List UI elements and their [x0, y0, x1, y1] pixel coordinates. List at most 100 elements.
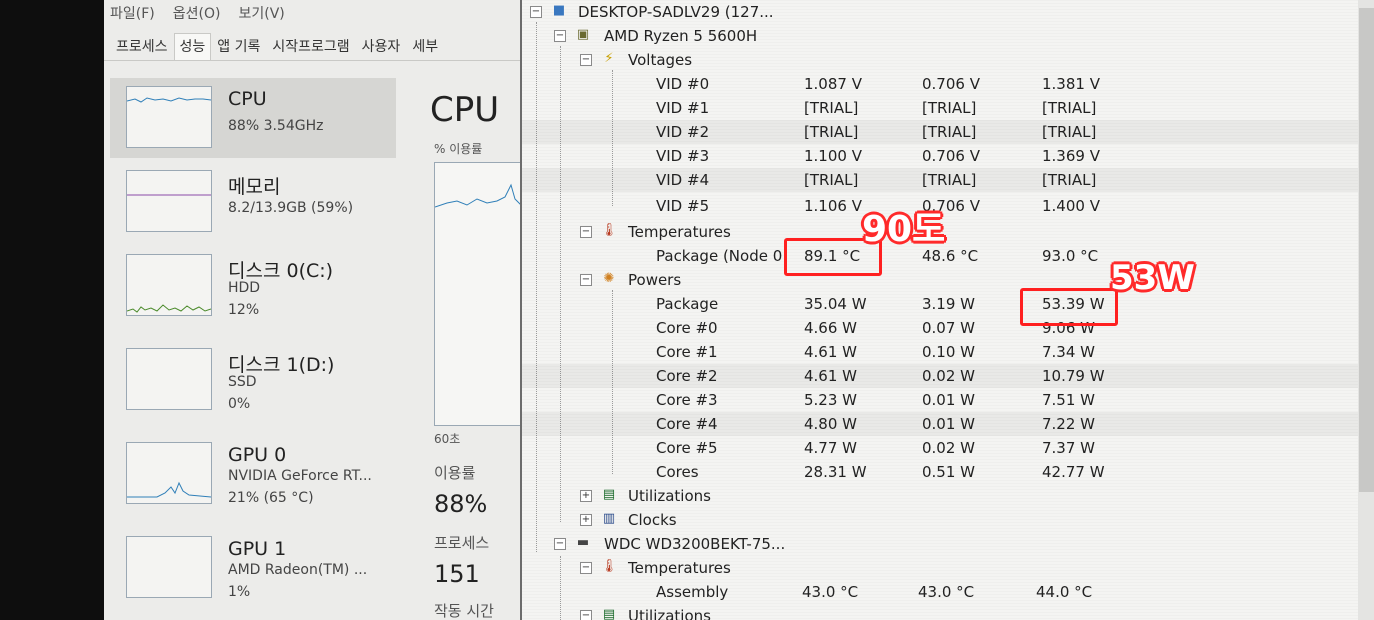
sensor-min: 0.10 W [922, 343, 975, 361]
sidebar-item-percent: 21% (65 °C) [228, 490, 314, 506]
sensor-name: Core #0 [656, 319, 718, 337]
sidebar-item-percent: 0% [228, 396, 251, 412]
sensor-row[interactable]: Core #1 4.61 W 0.10 W 7.34 W [522, 340, 1358, 364]
sensor-value: [TRIAL] [804, 99, 859, 117]
tab-processes[interactable]: 프로세스 [110, 33, 174, 60]
menu-file[interactable]: 파일(F) [110, 3, 155, 23]
tab-details[interactable]: 세부 [406, 33, 444, 60]
sensor-value: 4.61 W [804, 343, 857, 361]
sensor-min: 0.02 W [922, 439, 975, 457]
sensor-row[interactable]: Core #5 4.77 W 0.02 W 7.37 W [522, 436, 1358, 460]
sensor-min: 0.02 W [922, 367, 975, 385]
sensor-name: Package (Node 0 [656, 247, 783, 265]
sensor-row[interactable]: Core #0 4.66 W 0.07 W 9.06 W [522, 316, 1358, 340]
tree-row-cpu[interactable]: − ▣ AMD Ryzen 5 5600H [522, 24, 1358, 48]
tab-startup[interactable]: 시작프로그램 [266, 33, 355, 60]
sensor-min: 43.0 °C [918, 583, 975, 601]
tree-row-computer[interactable]: − ■ DESKTOP-SADLV29 (127... [522, 0, 1358, 24]
gpu0-sparkline [126, 442, 212, 504]
sidebar-item-gpu-1[interactable]: GPU 1 AMD Radeon(TM) ... 1% [110, 528, 396, 608]
utilization-chart-icon: ▤ [602, 607, 616, 620]
sensor-row[interactable]: Assembly 43.0 °C 43.0 °C 44.0 °C [522, 580, 1358, 604]
sensor-name: Package [656, 295, 719, 313]
sensor-value: 35.04 W [804, 295, 867, 313]
tab-users[interactable]: 사용자 [356, 33, 407, 60]
collapse-toggle[interactable]: − [580, 226, 592, 238]
sensor-row[interactable]: Package 35.04 W 3.19 W 53.39 W [522, 292, 1358, 316]
cpu-name: AMD Ryzen 5 5600H [604, 27, 758, 45]
sidebar-item-label: 디스크 1(D:) [228, 354, 335, 376]
cpu-chip-icon: ▣ [576, 27, 590, 42]
sensor-min: 0.706 V [922, 147, 980, 165]
thermometer-icon: 🌡 [600, 559, 618, 574]
tab-app-history[interactable]: 앱 기록 [211, 33, 266, 60]
sensor-row[interactable]: Core #4 4.80 W 0.01 W 7.22 W [522, 412, 1358, 436]
sensor-row[interactable]: VID #0 1.087 V 0.706 V 1.381 V [522, 72, 1358, 96]
sensor-max: 7.51 W [1042, 391, 1095, 409]
sensor-value: 4.61 W [804, 367, 857, 385]
sensor-max: 1.369 V [1042, 147, 1100, 165]
sensor-name: VID #2 [656, 123, 710, 141]
sensor-min: 0.01 W [922, 391, 975, 409]
sensor-name: Assembly [656, 583, 729, 601]
scrollbar-thumb[interactable] [1359, 8, 1374, 492]
sidebar-item-disk-0[interactable]: 디스크 0(C:) HDD 12% [110, 246, 396, 326]
tree-row-clocks[interactable]: + ▥ Clocks [522, 508, 1358, 532]
sensor-row[interactable]: Core #2 4.61 W 0.02 W 10.79 W [522, 364, 1358, 388]
gpu1-sparkline [126, 536, 212, 598]
tree-row-utilizations[interactable]: + ▤ Utilizations [522, 484, 1358, 508]
sidebar-item-gpu-0[interactable]: GPU 0 NVIDIA GeForce RT... 21% (65 °C) [110, 434, 396, 514]
sensor-name: Core #5 [656, 439, 718, 457]
sensor-row[interactable]: VID #3 1.100 V 0.706 V 1.369 V [522, 144, 1358, 168]
sensor-value: 1.106 V [804, 197, 862, 215]
vertical-scrollbar[interactable] [1358, 0, 1374, 620]
sensor-name: Core #2 [656, 367, 718, 385]
tab-performance[interactable]: 성능 [173, 33, 212, 60]
collapse-toggle[interactable]: − [580, 274, 592, 286]
sensor-value: 4.77 W [804, 439, 857, 457]
tree-row-powers[interactable]: − ✺ Powers [522, 268, 1358, 292]
thermometer-icon: 🌡 [600, 223, 618, 238]
sensor-max: 10.79 W [1042, 367, 1105, 385]
sensor-row[interactable]: VID #4 [TRIAL] [TRIAL] [TRIAL] [522, 168, 1358, 192]
tree-row-voltages[interactable]: − ⚡ Voltages [522, 48, 1358, 72]
sensor-min: 0.07 W [922, 319, 975, 337]
collapse-toggle[interactable]: − [580, 54, 592, 66]
sensor-max: [TRIAL] [1042, 123, 1097, 141]
sensor-value: 43.0 °C [802, 583, 859, 601]
collapse-toggle[interactable]: − [554, 30, 566, 42]
processes-value: 151 [434, 560, 480, 588]
sensor-row[interactable]: Core #3 5.23 W 0.01 W 7.51 W [522, 388, 1358, 412]
sidebar-item-label: CPU [228, 88, 267, 110]
sensor-max: 7.37 W [1042, 439, 1095, 457]
utilization-value: 88% [434, 490, 488, 518]
sidebar-item-disk-1[interactable]: 디스크 1(D:) SSD 0% [110, 340, 396, 420]
group-label: Utilizations [628, 487, 711, 505]
tab-divider [104, 60, 524, 61]
tree-row-disk-utilizations[interactable]: − ▤ Utilizations [522, 604, 1358, 620]
sensor-row[interactable]: VID #2 [TRIAL] [TRIAL] [TRIAL] [522, 120, 1358, 144]
sensor-row[interactable]: Cores 28.31 W 0.51 W 42.77 W [522, 460, 1358, 484]
sensor-max: 7.22 W [1042, 415, 1095, 433]
sensor-name: VID #1 [656, 99, 710, 117]
sidebar-item-memory[interactable]: 메모리 8.2/13.9GB (59%) [110, 162, 396, 242]
collapse-toggle[interactable]: − [580, 562, 592, 574]
time-axis-label: 60초 [434, 432, 461, 446]
voltage-icon: ⚡ [604, 51, 614, 66]
collapse-toggle[interactable]: − [530, 6, 542, 18]
tree-row-disk-temperatures[interactable]: − 🌡 Temperatures [522, 556, 1358, 580]
collapse-toggle[interactable]: − [554, 538, 566, 550]
expand-toggle[interactable]: + [580, 514, 592, 526]
group-label: Voltages [628, 51, 693, 69]
disk1-sparkline [126, 348, 212, 410]
tree-row-disk[interactable]: − ▬ WDC WD3200BEKT-75... [522, 532, 1358, 556]
sidebar-item-cpu[interactable]: CPU 88% 3.54GHz [110, 78, 396, 158]
sidebar-item-detail: HDD [228, 280, 261, 296]
expand-toggle[interactable]: + [580, 490, 592, 502]
menu-view[interactable]: 보기(V) [238, 3, 284, 23]
collapse-toggle[interactable]: − [580, 610, 592, 620]
sensor-name: Core #3 [656, 391, 718, 409]
menu-options[interactable]: 옵션(O) [173, 3, 221, 23]
sensor-max: 93.0 °C [1042, 247, 1099, 265]
sensor-row[interactable]: VID #1 [TRIAL] [TRIAL] [TRIAL] [522, 96, 1358, 120]
